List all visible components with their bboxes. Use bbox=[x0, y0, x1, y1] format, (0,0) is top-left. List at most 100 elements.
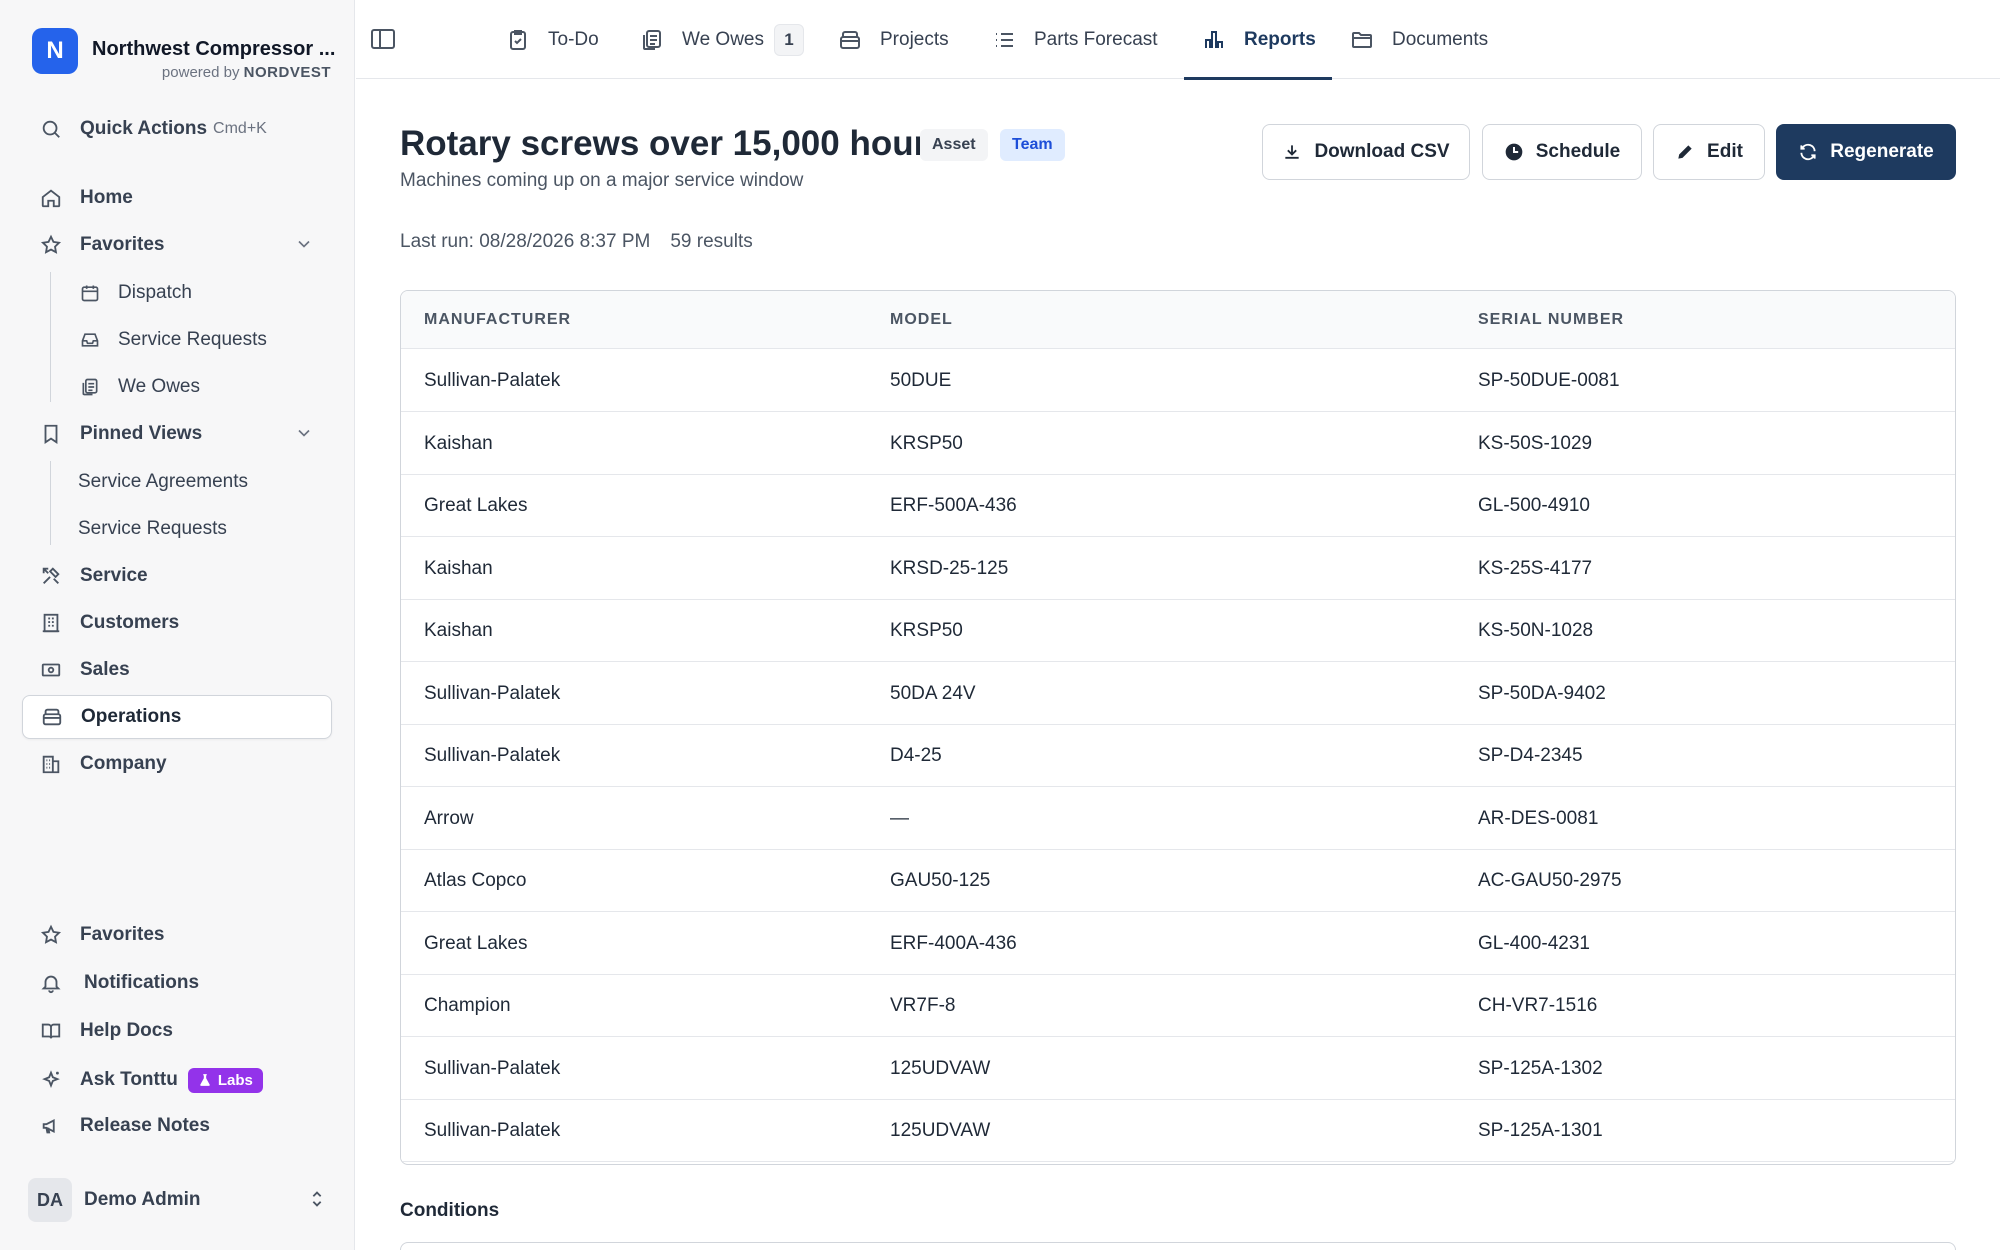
bookmark-icon bbox=[40, 423, 62, 445]
home-icon bbox=[40, 187, 62, 209]
cell-model: VR7F-8 bbox=[890, 995, 956, 1016]
sidebar-item-dispatch[interactable]: Dispatch bbox=[60, 273, 332, 313]
sidebar-item-label: Ask Tonttu bbox=[80, 1069, 178, 1090]
cell-manufacturer: Sullivan-Palatek bbox=[424, 1120, 561, 1141]
sidebar-toggle-icon[interactable] bbox=[370, 27, 396, 51]
sidebar-item-label: Service Agreements bbox=[78, 471, 249, 492]
tab-to-do[interactable]: To-Do bbox=[506, 0, 599, 79]
page-subtitle: Machines coming up on a major service wi… bbox=[400, 170, 804, 191]
inbox-icon bbox=[80, 330, 100, 350]
sidebar-item-sales[interactable]: Sales bbox=[22, 648, 332, 692]
table-row[interactable]: Great Lakes ERF-500A-436 GL-500-4910 bbox=[401, 475, 1955, 537]
sidebar-item-we-owes[interactable]: We Owes bbox=[60, 367, 332, 407]
pencil-icon bbox=[1675, 142, 1695, 162]
sidebar: N Northwest Compressor ... powered by NO… bbox=[0, 0, 355, 1250]
sidebar-item-pinned-service-requests[interactable]: Service Requests bbox=[60, 509, 332, 549]
star-icon bbox=[40, 234, 62, 256]
table-row[interactable]: Atlas Copco GAU50-125 AC-GAU50-2975 bbox=[401, 850, 1955, 912]
sidebar-item-home[interactable]: Home bbox=[22, 176, 332, 220]
labs-badge: Labs bbox=[187, 1067, 263, 1093]
cell-manufacturer: Sullivan-Palatek bbox=[424, 682, 561, 704]
count-badge: 1 bbox=[774, 23, 805, 56]
cell-model: 50DUE bbox=[890, 370, 952, 391]
cell-manufacturer: Sullivan-Palatek bbox=[424, 370, 561, 391]
sidebar-item-company[interactable]: Company bbox=[22, 742, 332, 786]
cell-model: KRSP50 bbox=[890, 432, 963, 454]
download-csv-button[interactable]: Download CSV bbox=[1262, 124, 1470, 180]
sidebar-bottom-favorites[interactable]: Favorites bbox=[22, 913, 332, 957]
sidebar-item-pinned-views[interactable]: Pinned Views bbox=[22, 412, 332, 456]
sidebar-item-service-agreements[interactable]: Service Agreements bbox=[60, 462, 332, 502]
org-switcher[interactable]: N Northwest Compressor ... powered by NO… bbox=[32, 28, 335, 81]
tab-parts-forecast[interactable]: Parts Forecast bbox=[992, 0, 1158, 79]
refresh-icon bbox=[1798, 142, 1818, 162]
tab-we-owes[interactable]: We Owes 1 bbox=[640, 0, 805, 79]
sidebar-release-notes[interactable]: Release Notes bbox=[22, 1104, 332, 1148]
building-icon bbox=[40, 612, 62, 634]
table-row[interactable]: Kaishan KRSP50 KS-50S-1029 bbox=[401, 412, 1955, 475]
sidebar-ask-tonttu[interactable]: Ask Tonttu Labs bbox=[22, 1058, 332, 1102]
cell-serial-number: SP-50DA-9402 bbox=[1478, 682, 1606, 704]
org-text: Northwest Compressor ... powered by NORD… bbox=[92, 28, 335, 81]
edit-button[interactable]: Edit bbox=[1653, 124, 1765, 180]
megaphone-icon bbox=[40, 1115, 62, 1137]
regenerate-button[interactable]: Regenerate bbox=[1776, 124, 1956, 180]
tab-reports[interactable]: Reports bbox=[1184, 0, 1332, 80]
avatar: DA bbox=[28, 1178, 72, 1222]
cell-manufacturer: Kaishan bbox=[424, 557, 493, 579]
cell-model: 125UDVAW bbox=[890, 1120, 991, 1141]
user-menu[interactable]: DA Demo Admin bbox=[28, 1178, 328, 1222]
sidebar-item-service-requests[interactable]: Service Requests bbox=[60, 320, 332, 360]
cell-manufacturer: Kaishan bbox=[424, 620, 493, 641]
sparkles-icon bbox=[40, 1069, 62, 1091]
sidebar-notifications[interactable]: Notifications bbox=[22, 961, 332, 1005]
cell-model: ERF-500A-436 bbox=[890, 495, 1017, 516]
column-header-manufacturer[interactable]: MANUFACTURER bbox=[424, 311, 571, 329]
sidebar-item-operations[interactable]: Operations bbox=[22, 695, 332, 739]
quick-actions[interactable]: Quick Actions Cmd+K bbox=[22, 107, 332, 151]
page-title: Rotary screws over 15,000 hours bbox=[400, 124, 947, 163]
table-row[interactable]: Sullivan-Palatek 50DA 24V SP-50DA-9402 bbox=[401, 662, 1955, 725]
sidebar-item-label: Pinned Views bbox=[80, 423, 203, 444]
active-tab-indicator bbox=[1184, 77, 1332, 80]
chevron-down-icon[interactable] bbox=[294, 234, 314, 254]
sidebar-item-label: Favorites bbox=[80, 234, 165, 255]
table-row[interactable]: Kaishan KRSD-25-125 KS-25S-4177 bbox=[401, 537, 1955, 600]
sidebar-item-label: Operations bbox=[81, 706, 182, 727]
column-header-model[interactable]: MODEL bbox=[890, 311, 953, 329]
sidebar-item-customers[interactable]: Customers bbox=[22, 601, 332, 645]
table-row[interactable]: Sullivan-Palatek 125UDVAW SP-125A-1301 bbox=[401, 1100, 1955, 1162]
sidebar-item-label: Home bbox=[80, 187, 133, 208]
cell-manufacturer: Sullivan-Palatek bbox=[424, 1057, 561, 1079]
cell-serial-number: CH-VR7-1516 bbox=[1478, 995, 1598, 1016]
tab-projects[interactable]: Projects bbox=[838, 0, 949, 79]
quick-actions-label: Quick Actions bbox=[80, 118, 208, 139]
tab-label: To-Do bbox=[548, 28, 599, 50]
sidebar-item-favorites[interactable]: Favorites bbox=[22, 223, 332, 267]
list-icon bbox=[992, 28, 1016, 52]
table-row[interactable]: Sullivan-Palatek D4-25 SP-D4-2345 bbox=[401, 725, 1955, 787]
table-row[interactable]: Sullivan-Palatek 50DUE SP-50DUE-0081 bbox=[401, 350, 1955, 412]
chevron-down-icon[interactable] bbox=[294, 423, 314, 443]
sidebar-help-docs[interactable]: Help Docs bbox=[22, 1009, 332, 1053]
sidebar-item-label: Dispatch bbox=[118, 282, 192, 303]
sidebar-item-service[interactable]: Service bbox=[22, 554, 332, 598]
table-row[interactable]: Kaishan KRSP50 KS-50N-1028 bbox=[401, 600, 1955, 662]
cell-manufacturer: Champion bbox=[424, 995, 511, 1016]
schedule-button[interactable]: Schedule bbox=[1482, 124, 1642, 180]
report-meta: Last run: 08/28/2026 8:37 PM 59 results bbox=[400, 231, 753, 253]
top-nav: To-Do We Owes 1 Projects Parts Forecast … bbox=[356, 0, 2000, 80]
table-row[interactable]: Arrow — AR-DES-0081 bbox=[401, 787, 1955, 850]
cell-model: — bbox=[890, 807, 909, 829]
tab-documents[interactable]: Documents bbox=[1350, 0, 1488, 79]
clipboard-list-icon bbox=[640, 28, 664, 52]
cell-model: KRSP50 bbox=[890, 620, 963, 641]
table-row[interactable]: Great Lakes ERF-400A-436 GL-400-4231 bbox=[401, 912, 1955, 975]
button-label: Download CSV bbox=[1314, 141, 1450, 162]
column-header-serial-number[interactable]: SERIAL NUMBER bbox=[1478, 311, 1624, 329]
table-row[interactable]: Sullivan-Palatek 125UDVAW SP-125A-1302 bbox=[401, 1037, 1955, 1100]
cell-serial-number: SP-D4-2345 bbox=[1478, 745, 1583, 766]
sidebar-item-label: Service bbox=[80, 565, 148, 586]
calendar-icon bbox=[80, 283, 100, 303]
table-row[interactable]: Champion VR7F-8 CH-VR7-1516 bbox=[401, 975, 1955, 1037]
